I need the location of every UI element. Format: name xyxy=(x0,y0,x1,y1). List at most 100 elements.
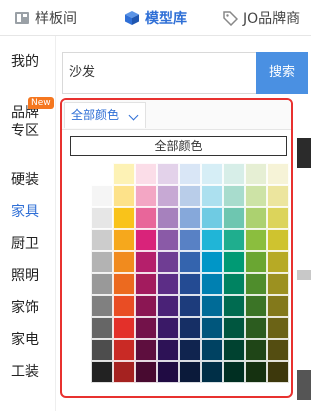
color-swatch[interactable] xyxy=(135,361,157,383)
sidebar-item-kitchen-bath[interactable]: 厨卫 xyxy=(0,234,56,254)
color-swatch[interactable] xyxy=(179,163,201,185)
color-swatch[interactable] xyxy=(223,273,245,295)
color-swatch[interactable] xyxy=(179,361,201,383)
color-swatch[interactable] xyxy=(245,317,267,339)
color-swatch[interactable] xyxy=(113,163,135,185)
color-swatch[interactable] xyxy=(223,185,245,207)
color-swatch[interactable] xyxy=(223,163,245,185)
color-swatch[interactable] xyxy=(91,229,113,251)
color-swatch[interactable] xyxy=(267,295,289,317)
color-swatch[interactable] xyxy=(223,295,245,317)
color-swatch[interactable] xyxy=(245,251,267,273)
color-swatch[interactable] xyxy=(157,185,179,207)
search-input[interactable]: 沙发 xyxy=(62,52,256,94)
color-swatch[interactable] xyxy=(135,229,157,251)
color-swatch[interactable] xyxy=(245,295,267,317)
color-swatch[interactable] xyxy=(245,207,267,229)
color-swatch[interactable] xyxy=(135,251,157,273)
search-button[interactable]: 搜索 xyxy=(256,52,308,94)
color-swatch[interactable] xyxy=(245,185,267,207)
color-swatch[interactable] xyxy=(201,163,223,185)
color-swatch[interactable] xyxy=(113,185,135,207)
color-swatch[interactable] xyxy=(157,229,179,251)
color-swatch[interactable] xyxy=(179,339,201,361)
tab-model-library[interactable]: 模型库 xyxy=(124,0,187,36)
color-swatch[interactable] xyxy=(201,185,223,207)
color-swatch[interactable] xyxy=(179,185,201,207)
color-swatch[interactable] xyxy=(113,207,135,229)
color-swatch[interactable] xyxy=(201,339,223,361)
color-swatch[interactable] xyxy=(91,339,113,361)
sidebar-item-appliances[interactable]: 家电 xyxy=(0,330,56,350)
color-swatch[interactable] xyxy=(91,295,113,317)
color-swatch[interactable] xyxy=(201,361,223,383)
color-swatch[interactable] xyxy=(135,207,157,229)
color-swatch[interactable] xyxy=(91,251,113,273)
color-swatch[interactable] xyxy=(267,185,289,207)
color-swatch[interactable] xyxy=(135,185,157,207)
color-swatch[interactable] xyxy=(135,295,157,317)
color-swatch[interactable] xyxy=(91,163,113,185)
sidebar-item-home-decor[interactable]: 家饰 xyxy=(0,298,56,318)
color-swatch[interactable] xyxy=(135,273,157,295)
color-swatch[interactable] xyxy=(245,273,267,295)
color-swatch[interactable] xyxy=(179,295,201,317)
color-swatch[interactable] xyxy=(157,339,179,361)
color-swatch[interactable] xyxy=(245,361,267,383)
color-swatch[interactable] xyxy=(267,361,289,383)
color-swatch[interactable] xyxy=(223,229,245,251)
color-swatch[interactable] xyxy=(201,207,223,229)
color-swatch[interactable] xyxy=(201,229,223,251)
color-swatch[interactable] xyxy=(223,361,245,383)
sidebar-item-commercial[interactable]: 工装 xyxy=(0,362,56,382)
color-swatch[interactable] xyxy=(223,339,245,361)
color-swatch[interactable] xyxy=(157,273,179,295)
color-swatch[interactable] xyxy=(113,251,135,273)
color-swatch[interactable] xyxy=(179,229,201,251)
sidebar-item-lighting[interactable]: 照明 xyxy=(0,266,56,286)
color-swatch[interactable] xyxy=(201,251,223,273)
color-swatch[interactable] xyxy=(267,229,289,251)
tab-sample-room[interactable]: 样板间 xyxy=(14,0,77,36)
color-swatch[interactable] xyxy=(223,251,245,273)
color-swatch[interactable] xyxy=(267,207,289,229)
color-swatch[interactable] xyxy=(113,273,135,295)
tab-jo-brand[interactable]: JO品牌商 xyxy=(222,0,300,36)
color-swatch[interactable] xyxy=(201,317,223,339)
color-swatch[interactable] xyxy=(179,317,201,339)
color-swatch[interactable] xyxy=(245,163,267,185)
color-swatch[interactable] xyxy=(157,317,179,339)
color-swatch[interactable] xyxy=(113,317,135,339)
color-swatch[interactable] xyxy=(157,295,179,317)
color-swatch[interactable] xyxy=(157,251,179,273)
color-swatch[interactable] xyxy=(157,207,179,229)
color-swatch[interactable] xyxy=(91,185,113,207)
color-swatch[interactable] xyxy=(223,207,245,229)
color-swatch[interactable] xyxy=(245,229,267,251)
all-colors-button[interactable]: 全部颜色 xyxy=(70,136,287,156)
color-swatch[interactable] xyxy=(113,229,135,251)
color-swatch[interactable] xyxy=(135,317,157,339)
color-swatch[interactable] xyxy=(157,163,179,185)
color-swatch[interactable] xyxy=(179,207,201,229)
color-swatch[interactable] xyxy=(245,339,267,361)
color-swatch[interactable] xyxy=(267,317,289,339)
color-swatch[interactable] xyxy=(135,339,157,361)
color-swatch[interactable] xyxy=(113,295,135,317)
color-swatch[interactable] xyxy=(267,163,289,185)
color-swatch[interactable] xyxy=(201,273,223,295)
color-swatch[interactable] xyxy=(91,361,113,383)
color-swatch[interactable] xyxy=(267,251,289,273)
color-swatch[interactable] xyxy=(267,339,289,361)
color-swatch[interactable] xyxy=(157,361,179,383)
color-swatch[interactable] xyxy=(135,163,157,185)
color-swatch[interactable] xyxy=(179,273,201,295)
color-swatch[interactable] xyxy=(179,251,201,273)
sidebar-item-mine[interactable]: 我的 xyxy=(0,52,56,72)
sidebar-item-hard-decor[interactable]: 硬装 xyxy=(0,170,56,190)
color-swatch[interactable] xyxy=(223,317,245,339)
color-swatch[interactable] xyxy=(267,273,289,295)
color-swatch[interactable] xyxy=(201,295,223,317)
color-select-dropdown[interactable]: 全部颜色 xyxy=(64,102,146,128)
sidebar-item-furniture[interactable]: 家具 xyxy=(0,202,56,222)
